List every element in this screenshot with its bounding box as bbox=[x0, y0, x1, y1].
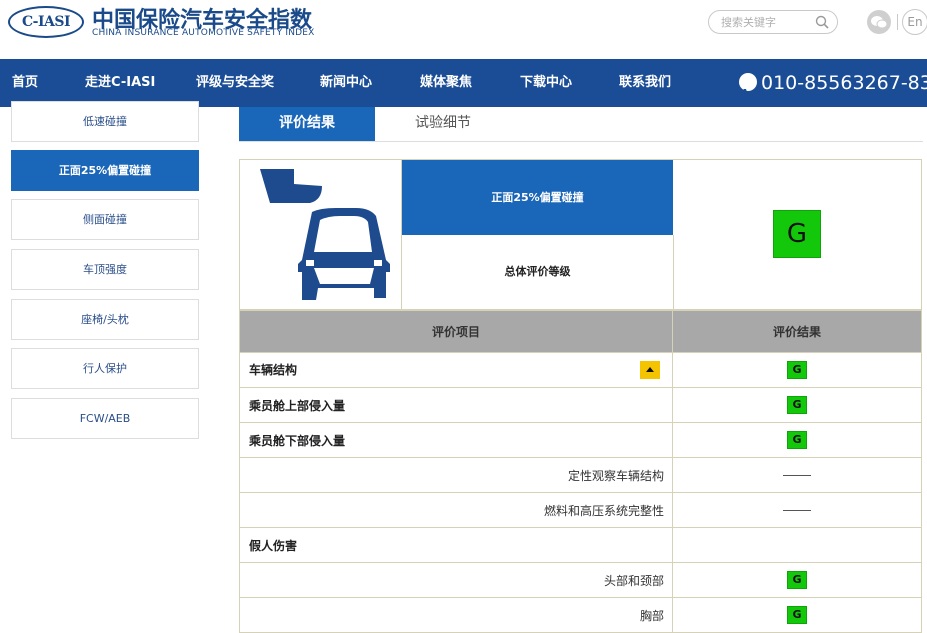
search-input[interactable] bbox=[721, 14, 811, 30]
row-label: 头部和颈部 bbox=[239, 562, 673, 598]
nav-about[interactable]: 走进C-IASI bbox=[85, 59, 155, 107]
row-result: G bbox=[672, 387, 922, 423]
sidebar-item-seat-headrest[interactable]: 座椅/头枕 bbox=[11, 299, 199, 340]
phone-number: 010-85563267-830 bbox=[739, 59, 927, 107]
nav-ratings[interactable]: 评级与安全奖 bbox=[196, 59, 274, 107]
rating-badge: G bbox=[787, 431, 807, 449]
row-label: 燃料和高压系统完整性 bbox=[239, 492, 673, 528]
results-table: 评价项目 评价结果 车辆结构 G 乘员舱上部侵入量 G 乘员舱下部侵入量 G 定… bbox=[239, 310, 922, 633]
table-header-row: 评价项目 评价结果 bbox=[239, 310, 922, 353]
tab-divider bbox=[239, 141, 923, 142]
main-nav: 首页 走进C-IASI 评级与安全奖 新闻中心 媒体聚焦 下载中心 联系我们 0… bbox=[0, 59, 927, 107]
nav-media[interactable]: 媒体聚焦 bbox=[420, 59, 472, 107]
table-row: 假人伤害 bbox=[239, 527, 922, 563]
no-rating-dash bbox=[783, 510, 811, 511]
row-result bbox=[672, 457, 922, 493]
overall-rating-badge: G bbox=[773, 210, 821, 258]
rating-badge: G bbox=[787, 571, 807, 589]
sidebar-item-roof-strength[interactable]: 车顶强度 bbox=[11, 249, 199, 290]
sidebar-item-side-impact[interactable]: 侧面碰撞 bbox=[11, 199, 199, 240]
row-label-text: 车辆结构 bbox=[249, 363, 298, 377]
wechat-icon[interactable] bbox=[867, 10, 891, 34]
row-label: 乘员舱下部侵入量 bbox=[239, 422, 673, 458]
vehicle-impact-icon bbox=[240, 160, 402, 309]
sidebar-item-pedestrian[interactable]: 行人保护 bbox=[11, 348, 199, 389]
no-rating-dash bbox=[783, 475, 811, 476]
collapse-up-icon[interactable] bbox=[640, 361, 660, 379]
phone-icon bbox=[739, 72, 757, 99]
phone-text: 010-85563267-830 bbox=[761, 72, 927, 94]
col-header-item: 评价项目 bbox=[239, 310, 673, 353]
nav-news[interactable]: 新闻中心 bbox=[320, 59, 372, 107]
col-header-result: 评价结果 bbox=[672, 310, 922, 353]
row-label: 车辆结构 bbox=[239, 352, 673, 388]
row-label: 乘员舱上部侵入量 bbox=[239, 387, 673, 423]
row-label: 定性观察车辆结构 bbox=[239, 457, 673, 493]
table-row: 车辆结构 G bbox=[239, 352, 922, 388]
nav-home[interactable]: 首页 bbox=[12, 59, 38, 107]
language-switch[interactable]: En bbox=[902, 9, 927, 35]
table-row: 定性观察车辆结构 bbox=[239, 457, 922, 493]
row-result: G bbox=[672, 562, 922, 598]
sidebar-item-low-speed[interactable]: 低速碰撞 bbox=[11, 101, 199, 142]
search-box bbox=[708, 10, 838, 34]
site-header: C-IASI 中国保险汽车安全指数 CHINA INSURANCE AUTOMO… bbox=[0, 0, 927, 59]
table-row: 乘员舱上部侵入量 G bbox=[239, 387, 922, 423]
row-label: 假人伤害 bbox=[239, 527, 673, 563]
sidebar-item-fcw-aeb[interactable]: FCW/AEB bbox=[11, 398, 199, 439]
table-row: 胸部 G bbox=[239, 597, 922, 633]
logo-title-en: CHINA INSURANCE AUTOMOTIVE SAFETY INDEX bbox=[92, 28, 315, 38]
overall-rating-card: 正面25%偏置碰撞 总体评价等级 G bbox=[239, 159, 922, 310]
table-row: 头部和颈部 G bbox=[239, 562, 922, 598]
row-result bbox=[672, 527, 922, 563]
rating-badge: G bbox=[787, 396, 807, 414]
table-row: 乘员舱下部侵入量 G bbox=[239, 422, 922, 458]
table-row: 燃料和高压系统完整性 bbox=[239, 492, 922, 528]
nav-contact[interactable]: 联系我们 bbox=[619, 59, 671, 107]
sidebar-item-small-overlap[interactable]: 正面25%偏置碰撞 bbox=[11, 150, 199, 191]
nav-downloads[interactable]: 下载中心 bbox=[520, 59, 572, 107]
row-result: G bbox=[672, 422, 922, 458]
search-icon[interactable] bbox=[815, 15, 829, 29]
header-divider bbox=[897, 14, 898, 30]
logo-mark[interactable]: C-IASI bbox=[8, 6, 84, 38]
tab-test-details[interactable]: 试验细节 bbox=[375, 107, 511, 142]
row-result: G bbox=[672, 352, 922, 388]
row-result: G bbox=[672, 597, 922, 633]
rating-badge: G bbox=[787, 606, 807, 624]
row-result bbox=[672, 492, 922, 528]
rating-badge: G bbox=[787, 361, 807, 379]
overall-rating-label: 总体评价等级 bbox=[402, 235, 674, 309]
test-title: 正面25%偏置碰撞 bbox=[402, 160, 673, 235]
tab-results[interactable]: 评价结果 bbox=[239, 107, 375, 142]
row-label: 胸部 bbox=[239, 597, 673, 633]
